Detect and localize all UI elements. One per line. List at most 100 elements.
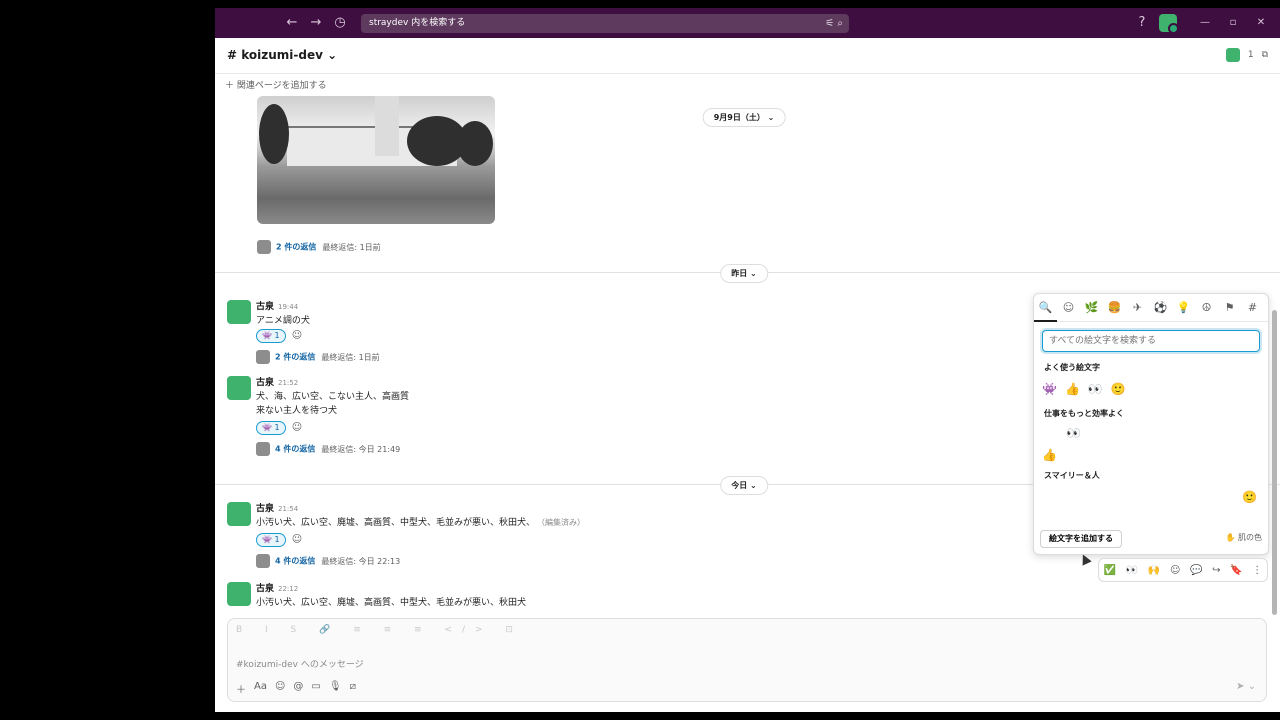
travel-icon[interactable]: ✈: [1126, 294, 1149, 322]
eyes-emoji[interactable]: 👀: [1066, 426, 1081, 440]
add-reaction-icon[interactable]: ☺: [290, 421, 304, 435]
attach-icon[interactable]: ＋: [236, 681, 246, 696]
send-button[interactable]: ➤ ⌄: [1236, 681, 1256, 692]
huddle-icon[interactable]: ⧉: [1262, 50, 1268, 60]
author-label: 古泉: [256, 302, 275, 312]
slack-icon[interactable]: #: [1241, 294, 1264, 322]
nature-icon[interactable]: 🌿: [1080, 294, 1103, 322]
thumbsup-emoji[interactable]: 👍: [1042, 448, 1057, 462]
work-emoji-row: 👍: [1042, 448, 1057, 462]
thumbsup-emoji[interactable]: 👍: [1065, 382, 1080, 396]
timestamp[interactable]: 21:52: [278, 379, 298, 387]
channel-name[interactable]: # koizumi-dev ⌄: [227, 48, 337, 62]
help-icon[interactable]: ?: [1133, 14, 1151, 32]
slack-window: ← → ◷ straydev 内を検索する ⚟ ⌕ ? — ▫ ✕ # koiz…: [215, 8, 1280, 712]
member-count[interactable]: 1: [1248, 50, 1254, 60]
raised-hands-emoji-button[interactable]: 🙌: [1148, 565, 1160, 576]
close-icon[interactable]: ✕: [1251, 14, 1271, 32]
message-text: 来ない主人を待つ犬: [256, 406, 338, 416]
add-bookmark-link[interactable]: ＋ 関連ページを追加する: [225, 78, 327, 91]
eyes-emoji-button[interactable]: 👀: [1126, 565, 1138, 576]
search-input[interactable]: straydev 内を検索する ⚟ ⌕: [361, 14, 849, 33]
author-avatar[interactable]: [227, 376, 251, 400]
smile-emoji[interactable]: 🙂: [1242, 490, 1257, 504]
timestamp[interactable]: 22:12: [278, 585, 298, 593]
timestamp[interactable]: 21:54: [278, 505, 298, 513]
reply-avatar: [257, 240, 271, 254]
add-reaction-icon[interactable]: ☺: [290, 329, 304, 343]
video-icon[interactable]: ▭: [311, 681, 320, 696]
message-input[interactable]: #koizumi-dev へのメッセージ: [236, 657, 364, 670]
message-text: アニメ調の犬: [256, 316, 310, 326]
alien-emoji[interactable]: 👾: [1042, 382, 1057, 396]
author-name[interactable]: 古泉 21:54: [256, 501, 298, 514]
timestamp[interactable]: 19:44: [278, 303, 298, 311]
reaction-pill[interactable]: 👾 1: [256, 421, 286, 435]
reply-count[interactable]: 2 件の返信: [276, 243, 316, 252]
food-icon[interactable]: 🍔: [1103, 294, 1126, 322]
back-arrow-icon[interactable]: ←: [283, 14, 301, 32]
check-emoji-button[interactable]: ✅: [1104, 565, 1116, 576]
history-icon[interactable]: ◷: [331, 14, 349, 32]
flag-icon[interactable]: ⚑: [1218, 294, 1241, 322]
reaction-pill[interactable]: 👾 1: [256, 329, 286, 343]
share-icon[interactable]: ↪: [1212, 565, 1220, 576]
emoji-search-input[interactable]: [1042, 330, 1260, 352]
section-smiley-title: スマイリー＆人: [1044, 471, 1100, 480]
search-icon[interactable]: 🔍: [1034, 294, 1057, 322]
activity-icon[interactable]: ⚽: [1149, 294, 1172, 322]
message-text: 犬、海、広い空、こない主人、高画質: [256, 392, 410, 402]
message-composer[interactable]: B I S 🔗 ≡ ≡ ≡ </> ⊡ #koizumi-dev へのメッセージ…: [227, 618, 1267, 702]
reply-count[interactable]: 4 件の返信: [275, 557, 315, 566]
member-avatar[interactable]: [1225, 48, 1240, 62]
reaction-pill[interactable]: 👾 1: [256, 533, 286, 547]
symbols-icon[interactable]: ☮: [1195, 294, 1218, 322]
user-avatar[interactable]: [1159, 14, 1179, 34]
smile-emoji[interactable]: 🙂: [1111, 382, 1126, 396]
author-avatar[interactable]: [227, 300, 251, 324]
author-avatar[interactable]: [227, 502, 251, 526]
minimize-icon[interactable]: —: [1195, 14, 1215, 32]
author-name[interactable]: 古泉 21:52: [256, 375, 298, 388]
formatting-icon[interactable]: Aa: [254, 681, 267, 696]
attached-photo[interactable]: [257, 96, 495, 224]
reply-thread-icon[interactable]: 💬: [1190, 565, 1202, 576]
format-toolbar[interactable]: B I S 🔗 ≡ ≡ ≡ </> ⊡: [236, 625, 523, 635]
objects-icon[interactable]: 💡: [1172, 294, 1195, 322]
emoji-icon[interactable]: ☺: [275, 681, 285, 696]
date-separator[interactable]: 今日 ⌄: [720, 476, 768, 495]
author-label: 古泉: [256, 378, 275, 388]
photo-tree: [259, 104, 289, 164]
smiley-icon[interactable]: ☺: [1057, 294, 1080, 322]
add-reaction-icon[interactable]: ☺: [1170, 565, 1180, 576]
eyes-emoji[interactable]: 👀: [1088, 382, 1103, 396]
add-reaction-icon[interactable]: ☺: [290, 533, 304, 547]
thread-summary[interactable]: 2 件の返信 最終返信: 1日前: [256, 350, 380, 364]
thread-summary[interactable]: 4 件の返信 最終返信: 今日 22:13: [256, 554, 400, 568]
date-separator[interactable]: 9月9日（土） ⌄: [702, 108, 786, 127]
thread-summary[interactable]: 4 件の返信 最終返信: 今日 21:49: [256, 442, 400, 456]
composer-tools: ＋ Aa ☺ @ ▭ 🎙 ⧄: [236, 681, 356, 696]
photo-thread-summary[interactable]: 2 件の返信 最終返信: 1日前: [257, 240, 381, 254]
author-avatar[interactable]: [227, 582, 251, 606]
skin-tone-selector[interactable]: ✋ 肌の色: [1225, 532, 1262, 543]
reply-count[interactable]: 4 件の返信: [275, 445, 315, 454]
maximize-icon[interactable]: ▫: [1223, 14, 1243, 32]
smiley-emoji-row: 🙂: [1242, 490, 1257, 504]
reply-count[interactable]: 2 件の返信: [275, 353, 315, 362]
message-text: 小汚い犬、広い空、廃墟、高画質、中型犬、毛並みが悪い、秋田犬: [256, 598, 527, 608]
author-name[interactable]: 古泉 19:44: [256, 299, 298, 312]
author-name[interactable]: 古泉 22:12: [256, 581, 298, 594]
bookmark-icon[interactable]: 🔖: [1230, 565, 1242, 576]
more-actions-icon[interactable]: ⋮: [1252, 565, 1262, 576]
search-filter-icon[interactable]: ⚟ ⌕: [825, 14, 843, 33]
mention-icon[interactable]: @: [293, 681, 303, 696]
top-bar: ← → ◷ straydev 内を検索する ⚟ ⌕ ? — ▫ ✕: [215, 8, 1280, 38]
microphone-icon[interactable]: 🎙: [329, 681, 342, 696]
scrollbar[interactable]: [1272, 310, 1277, 615]
date-separator[interactable]: 昨日 ⌄: [720, 264, 768, 283]
shortcut-icon[interactable]: ⧄: [350, 681, 356, 696]
add-emoji-button[interactable]: 絵文字を追加する: [1040, 530, 1122, 548]
forward-arrow-icon[interactable]: →: [307, 14, 325, 32]
emoji-category-tabs: 🔍 ☺ 🌿 🍔 ✈ ⚽ 💡 ☮ ⚑ #: [1034, 294, 1270, 322]
